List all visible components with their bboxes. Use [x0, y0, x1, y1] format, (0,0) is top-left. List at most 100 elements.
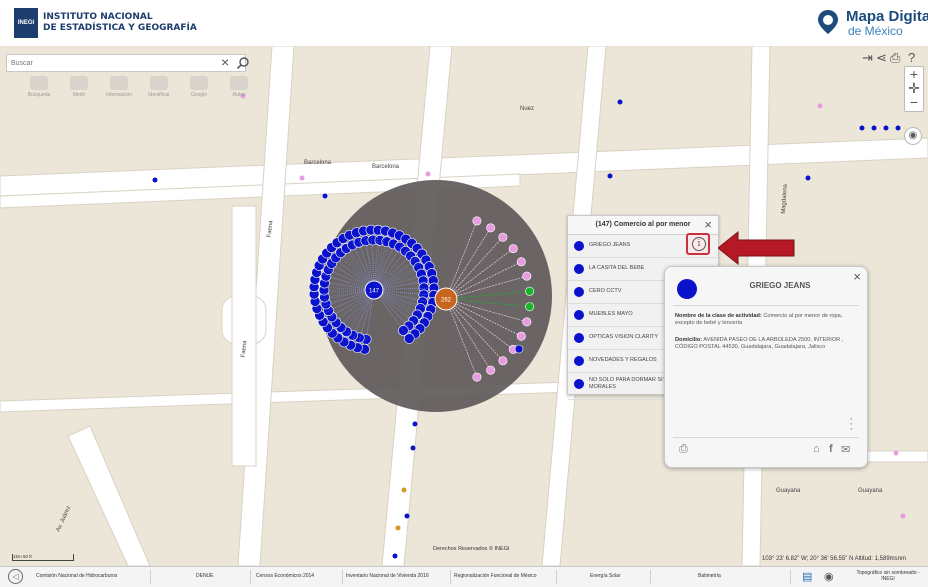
- marker-point: [473, 373, 481, 381]
- magnifier-icon: [30, 76, 48, 90]
- list-item-label: GRIEGO JEANS: [589, 242, 699, 248]
- divider: [150, 570, 151, 584]
- tool-label: Google: [191, 92, 207, 98]
- collapse-footer-icon[interactable]: ◁: [8, 569, 23, 584]
- print-icon[interactable]: ⎙: [890, 50, 900, 66]
- tool-routes[interactable]: Rutas: [222, 76, 256, 98]
- search-bar[interactable]: ×: [6, 54, 246, 72]
- scale-bar: 15m 50 ft: [12, 554, 74, 561]
- tool-search[interactable]: Búsqueda: [22, 76, 56, 98]
- marker-point: [473, 217, 481, 225]
- marker-dot-icon: [574, 356, 584, 366]
- marker-dot-icon: [574, 264, 584, 274]
- home-icon[interactable]: ⌂: [813, 443, 820, 455]
- ruler-icon: [70, 76, 88, 90]
- divider: [650, 570, 651, 584]
- divider: [673, 437, 859, 438]
- mail-icon[interactable]: ✉: [841, 443, 850, 456]
- locate-icon[interactable]: ◉: [904, 127, 922, 145]
- marker-point: [525, 303, 533, 311]
- facebook-icon[interactable]: f: [829, 443, 833, 455]
- help-icon[interactable]: ?: [908, 50, 915, 65]
- top-right-tools: ⇥ ⋖ ⎙ ?: [862, 50, 922, 66]
- footer-tab[interactable]: Comisión Nacional de Hidrocarburos: [36, 573, 117, 579]
- print-icon[interactable]: ⎙: [679, 443, 688, 456]
- marker-point: [499, 357, 507, 365]
- footer-tab[interactable]: Censos Económicos 2014: [256, 573, 314, 579]
- footer-tab[interactable]: Batimetría: [698, 573, 721, 579]
- info-icon: i: [692, 237, 706, 251]
- marker-point: [517, 258, 525, 266]
- street-label-barcelona-1: Barcelona: [304, 160, 331, 166]
- app-subtitle: de México: [848, 24, 903, 38]
- close-list-button[interactable]: ×: [704, 217, 712, 232]
- street-label-barcelona-2: Barcelona: [372, 164, 399, 170]
- marker-point: [523, 272, 531, 280]
- coordinates-readout: 103° 23' 6.82" W; 20° 36' 56.55" N Altit…: [762, 556, 906, 562]
- zoom-out-button[interactable]: −: [905, 95, 923, 109]
- footer-tab[interactable]: Inventario Nacional de Vivienda 2016: [346, 573, 429, 579]
- activity-info: Nombre de la clase de actividad: Comerci…: [675, 313, 857, 327]
- footer-tab[interactable]: Regionalización Funcional de México: [454, 573, 537, 579]
- inegi-logo: INEGI: [14, 8, 38, 38]
- org-name-line2: DE ESTADÍSTICA Y GEOGRAFÍA: [43, 23, 197, 34]
- address-info: Domicilio: AVENIDA PASEO DE LA ARBOLEDA …: [675, 337, 857, 351]
- org-name-line1: INSTITUTO NACIONAL: [43, 12, 197, 23]
- info-button[interactable]: i: [686, 233, 710, 255]
- footer-tab[interactable]: DENUE: [196, 573, 214, 579]
- street-label-guayana-1: Guayana: [776, 488, 800, 494]
- copyright-notice: Derechos Reservados © INEGI: [433, 546, 510, 552]
- zoom-in-button[interactable]: +: [905, 67, 923, 81]
- map-pin-icon: [818, 10, 838, 34]
- cluster-center-label: 147: [369, 289, 380, 295]
- pointer-arrow-icon: [718, 230, 796, 266]
- tool-measure[interactable]: Medir: [62, 76, 96, 98]
- divider: [790, 570, 791, 584]
- marker-dot-icon: [574, 333, 584, 343]
- tool-google[interactable]: Google: [182, 76, 216, 98]
- more-options-icon[interactable]: ···: [849, 417, 853, 432]
- tool-identify[interactable]: Identificar: [142, 76, 176, 98]
- divider: [673, 305, 859, 306]
- marker-point: [486, 366, 494, 374]
- basemap-selector[interactable]: Topográfico sin sombreado - INEGI: [850, 570, 926, 582]
- map-toolbar: Búsqueda Medir Información Identificar G…: [22, 76, 258, 104]
- road-icon: [230, 76, 248, 90]
- divider: [250, 570, 251, 584]
- street-label-nuez: Nuez: [520, 106, 534, 112]
- tool-label: Identificar: [148, 92, 170, 98]
- layers-icon[interactable]: ▤: [802, 570, 812, 583]
- marker-point: [509, 244, 517, 252]
- search-input[interactable]: [11, 55, 211, 71]
- tool-label: Información: [106, 92, 132, 98]
- tool-label: Búsqueda: [28, 92, 51, 98]
- tool-info[interactable]: Información: [102, 76, 136, 98]
- identify-icon: [150, 76, 168, 90]
- marker-point: [499, 233, 507, 241]
- app-title: Mapa Digital: [846, 8, 928, 25]
- share-icon[interactable]: ⋖: [876, 50, 887, 66]
- activity-label: Nombre de la clase de actividad:: [675, 313, 762, 319]
- visibility-icon[interactable]: ◉: [824, 570, 834, 583]
- street-label-guayana-2: Guayana: [858, 488, 882, 494]
- marker-point: [517, 332, 525, 340]
- divider: [342, 570, 343, 584]
- pan-icon[interactable]: ✛: [905, 81, 923, 95]
- globe-icon: [190, 76, 208, 90]
- marker-dot-icon: [574, 287, 584, 297]
- business-detail-card: × GRIEGO JEANS Nombre de la clase de act…: [664, 266, 868, 468]
- clear-search-button[interactable]: ×: [221, 54, 229, 70]
- marker-point: [515, 345, 523, 353]
- divider: [450, 570, 451, 584]
- marker-dot-icon: [574, 379, 584, 389]
- marker-point: [525, 287, 533, 295]
- export-icon[interactable]: ⇥: [862, 50, 873, 66]
- footer-tab[interactable]: Energía Solar: [590, 573, 621, 579]
- marker-dot-icon: [574, 310, 584, 320]
- marker-point: [523, 318, 531, 326]
- search-icon[interactable]: [237, 57, 249, 69]
- close-detail-button[interactable]: ×: [853, 269, 861, 284]
- business-name: GRIEGO JEANS: [725, 281, 835, 290]
- address-label: Domicilio:: [675, 337, 702, 343]
- tool-label: Medir: [73, 92, 86, 98]
